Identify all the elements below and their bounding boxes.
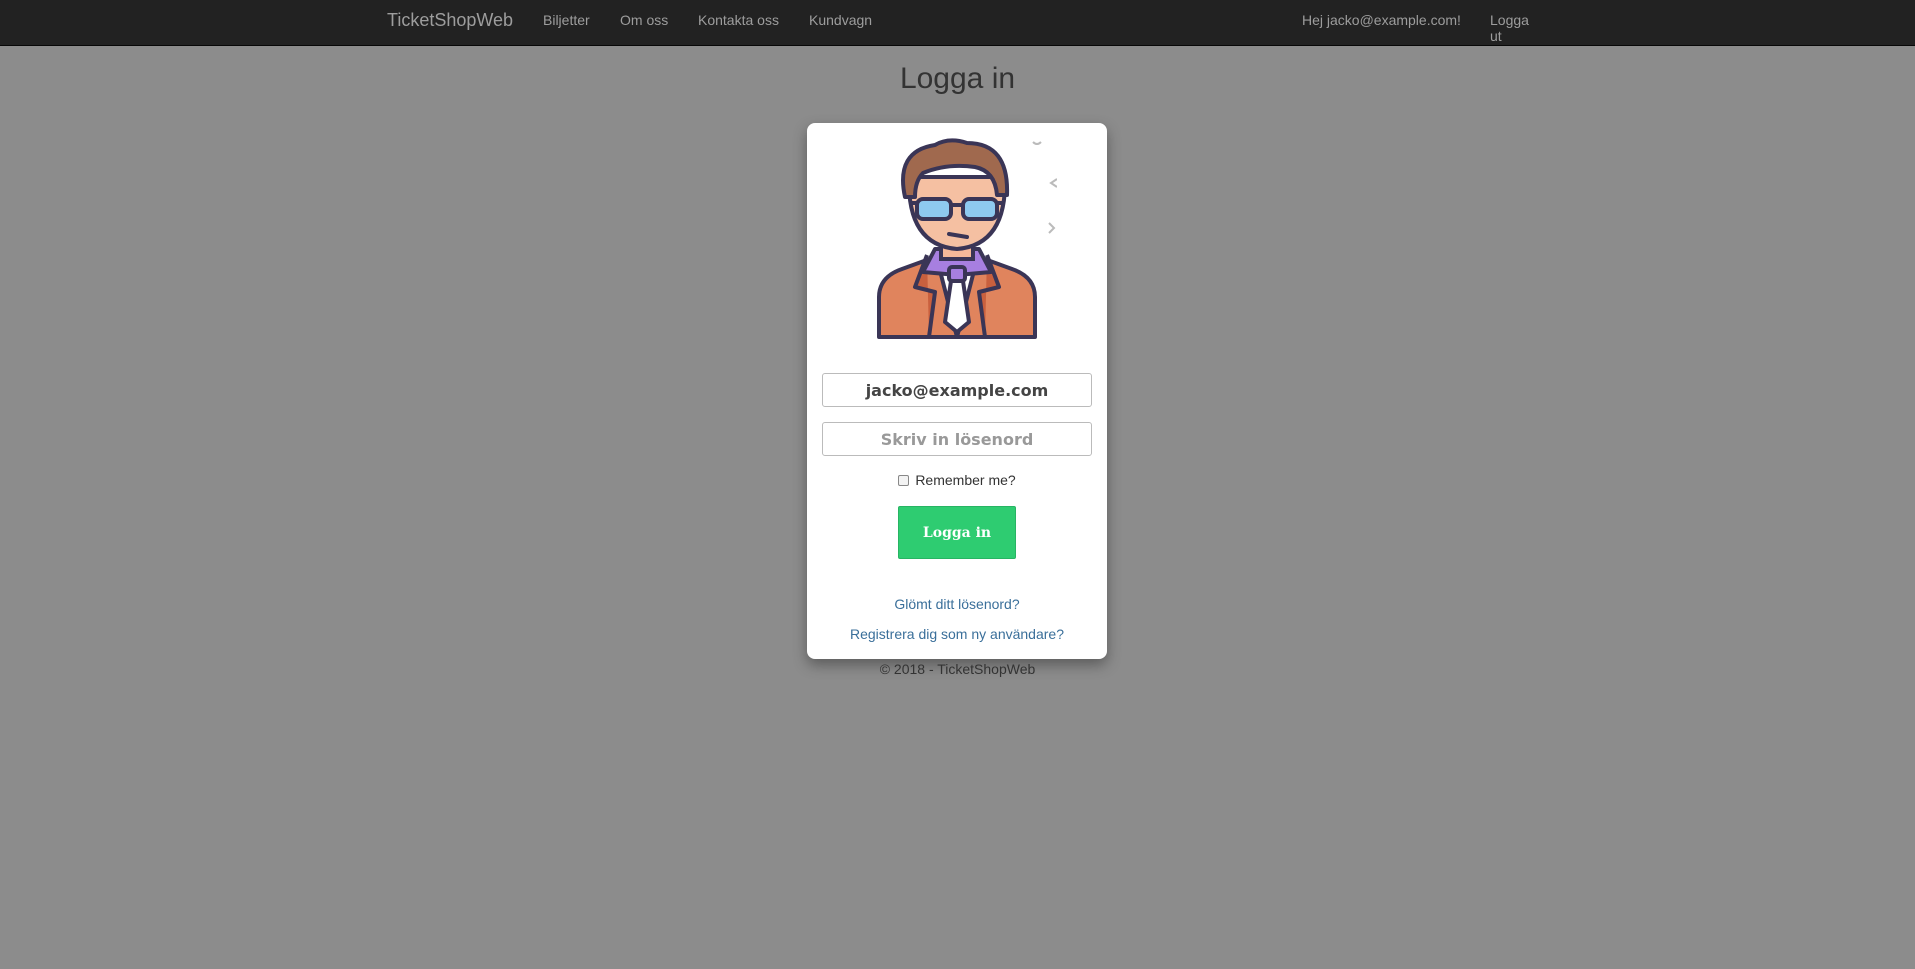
register-link[interactable]: Registrera dig som ny användare? bbox=[807, 626, 1107, 642]
nav-link-kontakta-oss[interactable]: Kontakta oss bbox=[698, 12, 779, 28]
logout-link[interactable]: Logga ut bbox=[1490, 12, 1542, 44]
login-card: Remember me? Logga in Glömt ditt lösenor… bbox=[807, 123, 1107, 659]
brand-link[interactable]: TicketShopWeb bbox=[387, 10, 513, 31]
page-title: Logga in bbox=[899, 62, 1016, 95]
navbar: TicketShopWeb Biljetter Om oss Kontakta … bbox=[0, 0, 1915, 46]
email-field[interactable] bbox=[822, 373, 1092, 407]
nav-link-kundvagn[interactable]: Kundvagn bbox=[809, 12, 872, 28]
navbar-container: TicketShopWeb Biljetter Om oss Kontakta … bbox=[372, 0, 1542, 46]
forgot-password-link[interactable]: Glömt ditt lösenord? bbox=[807, 596, 1107, 612]
login-button[interactable]: Logga in bbox=[898, 506, 1016, 559]
remember-me-row: Remember me? bbox=[807, 472, 1107, 488]
nav-link-biljetter[interactable]: Biljetter bbox=[543, 12, 590, 28]
password-field[interactable] bbox=[822, 422, 1092, 456]
remember-me-checkbox[interactable] bbox=[898, 475, 910, 486]
remember-me-label[interactable]: Remember me? bbox=[915, 472, 1015, 488]
businessman-avatar-icon bbox=[857, 137, 1058, 343]
user-greeting-link[interactable]: Hej jacko@example.com! bbox=[1302, 12, 1461, 28]
nav-link-om-oss[interactable]: Om oss bbox=[620, 12, 668, 28]
footer-copyright: © 2018 - TicketShopWeb bbox=[879, 661, 1036, 677]
